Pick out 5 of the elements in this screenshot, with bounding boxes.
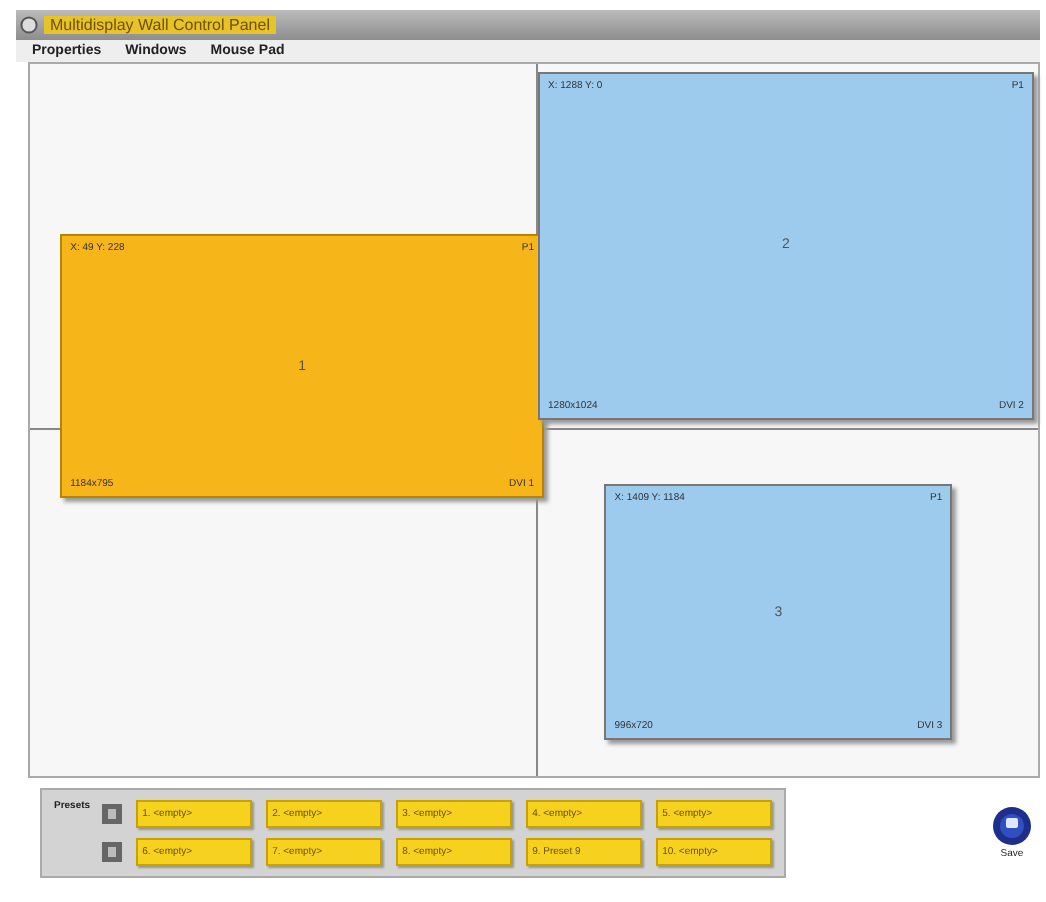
- app-icon: [20, 16, 38, 34]
- window-title: Multidisplay Wall Control Panel: [44, 16, 276, 34]
- save-icon[interactable]: [992, 806, 1032, 846]
- page-icon[interactable]: [102, 804, 123, 824]
- page-icon[interactable]: [102, 842, 123, 862]
